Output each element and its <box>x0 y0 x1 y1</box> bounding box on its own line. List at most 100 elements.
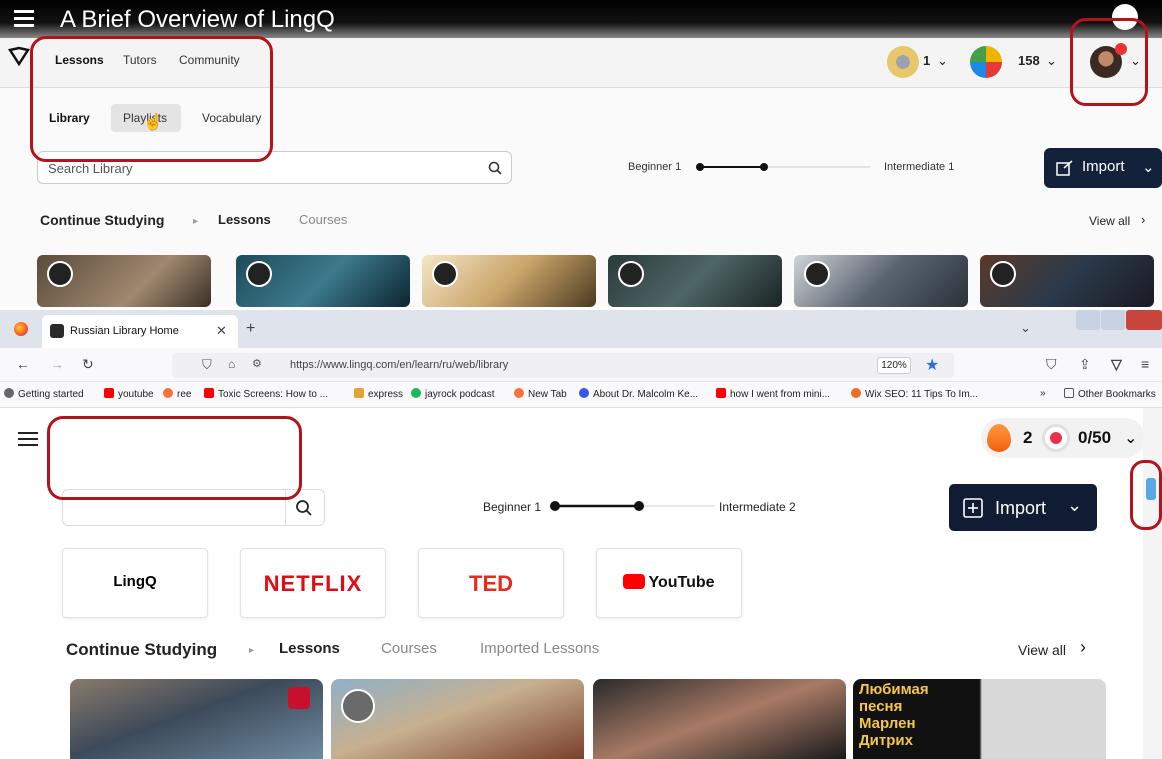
daily-goal-count: 0/50 <box>1078 428 1112 447</box>
wordpress-icon <box>579 388 589 398</box>
back-icon[interactable]: ← <box>16 356 30 372</box>
bookmark-star-icon[interactable]: ★ <box>925 355 939 375</box>
express-icon <box>354 388 364 398</box>
url-bar[interactable]: ⛉ ⌂ ⚙ https://www.lingq.com/en/learn/ru/… <box>172 353 954 378</box>
firefox-icon <box>163 388 173 398</box>
permissions-icon[interactable]: ⚙ <box>252 357 262 370</box>
continue-studying-title: Continue Studying <box>40 212 165 228</box>
close-tab-icon[interactable]: ✕ <box>216 323 227 339</box>
chevron-down-icon: ⌄ <box>1124 430 1138 447</box>
bookmark-item[interactable]: New Tab <box>514 388 567 400</box>
lesson-card-title: Любимая песня Марлен Дитрих <box>859 681 929 749</box>
share-icon[interactable]: ⇪ <box>1079 356 1091 373</box>
bookmark-item[interactable]: how I went from mini... <box>716 388 830 400</box>
continue-courses-tab[interactable]: Courses <box>299 212 347 227</box>
author-avatar <box>341 689 375 723</box>
view-all-link[interactable]: View all <box>1018 642 1066 658</box>
continue-courses-tab[interactable]: Courses <box>381 640 437 657</box>
new-tab-icon[interactable]: + <box>246 320 255 338</box>
lesson-card[interactable] <box>794 255 968 307</box>
arrow-right-icon: ▸ <box>193 216 199 227</box>
lesson-card[interactable] <box>980 255 1154 307</box>
app-menu-icon[interactable]: ≡ <box>1141 356 1149 372</box>
youtube-source-card[interactable]: YouTube <box>596 548 742 618</box>
continue-lessons-tab[interactable]: Lessons <box>218 212 271 227</box>
level-slider[interactable] <box>692 160 872 174</box>
lesson-card[interactable] <box>608 255 782 307</box>
video-menu-icon[interactable] <box>14 10 34 28</box>
known-words-icon[interactable] <box>970 46 1002 78</box>
lesson-card[interactable] <box>70 679 323 759</box>
lesson-card[interactable] <box>236 255 410 307</box>
view-all-link[interactable]: View all <box>1089 214 1130 228</box>
bookmark-item[interactable]: ree <box>163 388 191 400</box>
search-placeholder: Search Library <box>48 161 133 176</box>
other-bookmarks[interactable]: Other Bookmarks <box>1064 388 1156 400</box>
chevron-down-icon[interactable]: ⌄ <box>1046 53 1057 69</box>
flame-icon <box>987 424 1011 452</box>
level-slider[interactable] <box>547 499 717 513</box>
lingq-badge-icon <box>246 261 272 287</box>
netflix-source-card[interactable]: NETFLIX <box>240 548 386 618</box>
youtube-logo: YouTube <box>597 574 741 592</box>
import-button[interactable]: Import ⌄ <box>949 484 1097 531</box>
bookmark-item[interactable]: Getting started <box>4 388 84 400</box>
browser-tab[interactable]: Russian Library Home ✕ <box>42 315 238 348</box>
list-tabs-icon[interactable]: ⌄ <box>1020 320 1031 336</box>
lingq-badge-icon <box>990 261 1016 287</box>
chevron-down-icon[interactable]: ⌄ <box>937 53 948 69</box>
reload-icon[interactable]: ↻ <box>82 356 94 373</box>
globe-icon <box>4 388 14 398</box>
bookmark-item[interactable]: youtube <box>104 388 154 400</box>
tab-title: Russian Library Home <box>70 325 179 337</box>
close-window-icon[interactable] <box>1126 310 1162 330</box>
lingq-source-card[interactable]: LingQ <box>62 548 208 618</box>
continue-lessons-tab[interactable]: Lessons <box>279 640 340 657</box>
arrow-right-icon: ▸ <box>249 645 255 656</box>
more-bookmarks-icon[interactable]: » <box>1040 388 1046 399</box>
ted-source-card[interactable]: TED <box>418 548 564 618</box>
bookmark-item[interactable]: Toxic Screens: How to ... <box>204 388 328 400</box>
channel-logo-icon <box>288 687 310 709</box>
tab-strip: Russian Library Home ✕ + ⌄ <box>0 310 1162 348</box>
chevron-down-icon: ⌄ <box>1067 495 1083 515</box>
coins-icon[interactable] <box>887 46 919 78</box>
forward-icon[interactable]: → <box>50 356 64 372</box>
imported-lessons-tab[interactable]: Imported Lessons <box>480 640 599 657</box>
firefox-icon[interactable] <box>14 322 28 336</box>
lingq-extension-icon[interactable]: ▽ <box>1111 356 1122 373</box>
import-button[interactable]: Import ⌄ <box>1044 148 1162 188</box>
ted-logo: TED <box>469 571 513 596</box>
youtube-icon <box>204 388 214 398</box>
shield-icon[interactable]: ⛉ <box>202 357 212 373</box>
lingq-badge-icon <box>47 261 73 287</box>
maximize-icon[interactable] <box>1101 310 1125 330</box>
lingq-favicon-icon <box>50 324 64 338</box>
bookmark-item[interactable]: About Dr. Malcolm Ke... <box>579 388 698 400</box>
lesson-card[interactable]: Любимая песня Марлен Дитрих <box>853 679 1106 759</box>
pocket-icon[interactable]: ⛉ <box>1046 356 1057 373</box>
zoom-level[interactable]: 120% <box>877 357 911 374</box>
coin-count: 1 <box>923 53 931 68</box>
chevron-right-icon[interactable]: › <box>1080 637 1086 658</box>
bookmarks-bar: Getting started youtube ree Toxic Screen… <box>0 382 1162 408</box>
bookmark-item[interactable]: jayrock podcast <box>411 388 494 400</box>
search-icon[interactable] <box>295 499 313 517</box>
lingq-logo-icon[interactable] <box>6 44 32 70</box>
search-icon[interactable] <box>488 161 502 175</box>
bookmark-item[interactable]: Wix SEO: 11 Tips To Im... <box>851 388 978 400</box>
streak-goal-pill[interactable]: 2 0/50 ⌄ <box>981 418 1145 458</box>
minimize-icon[interactable] <box>1076 310 1100 330</box>
lesson-card[interactable] <box>422 255 596 307</box>
lesson-card[interactable] <box>37 255 211 307</box>
url-text: https://www.lingq.com/en/learn/ru/web/li… <box>290 359 509 371</box>
hamburger-menu-icon[interactable] <box>18 432 38 447</box>
firefox-icon <box>514 388 524 398</box>
lesson-card[interactable] <box>593 679 846 759</box>
lock-icon[interactable]: ⌂ <box>228 357 235 371</box>
folder-icon <box>1064 388 1074 398</box>
import-label: Import <box>1082 158 1125 175</box>
chevron-right-icon[interactable]: › <box>1141 212 1145 227</box>
bookmark-item[interactable]: express <box>354 388 403 400</box>
lesson-card[interactable] <box>331 679 584 759</box>
